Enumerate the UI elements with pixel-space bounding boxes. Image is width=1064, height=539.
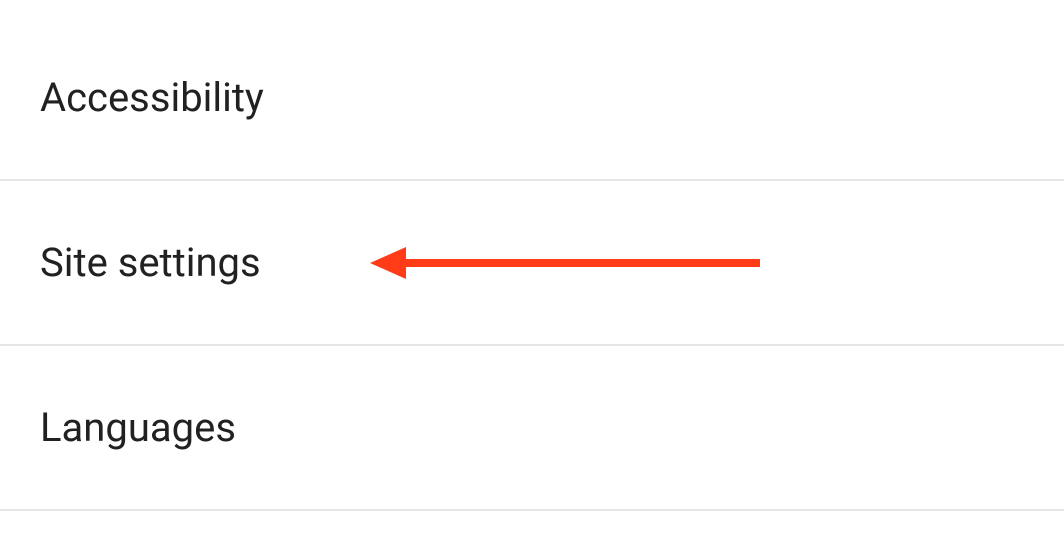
settings-item-label: Languages — [40, 404, 236, 451]
settings-item-label: Site settings — [40, 239, 261, 286]
annotation-arrow-icon — [370, 243, 770, 283]
settings-item-accessibility[interactable]: Accessibility — [0, 16, 1064, 181]
settings-list: Accessibility Site settings Languages — [0, 16, 1064, 511]
settings-item-languages[interactable]: Languages — [0, 346, 1064, 511]
settings-item-label: Accessibility — [40, 74, 264, 121]
settings-item-site-settings[interactable]: Site settings — [0, 181, 1064, 346]
